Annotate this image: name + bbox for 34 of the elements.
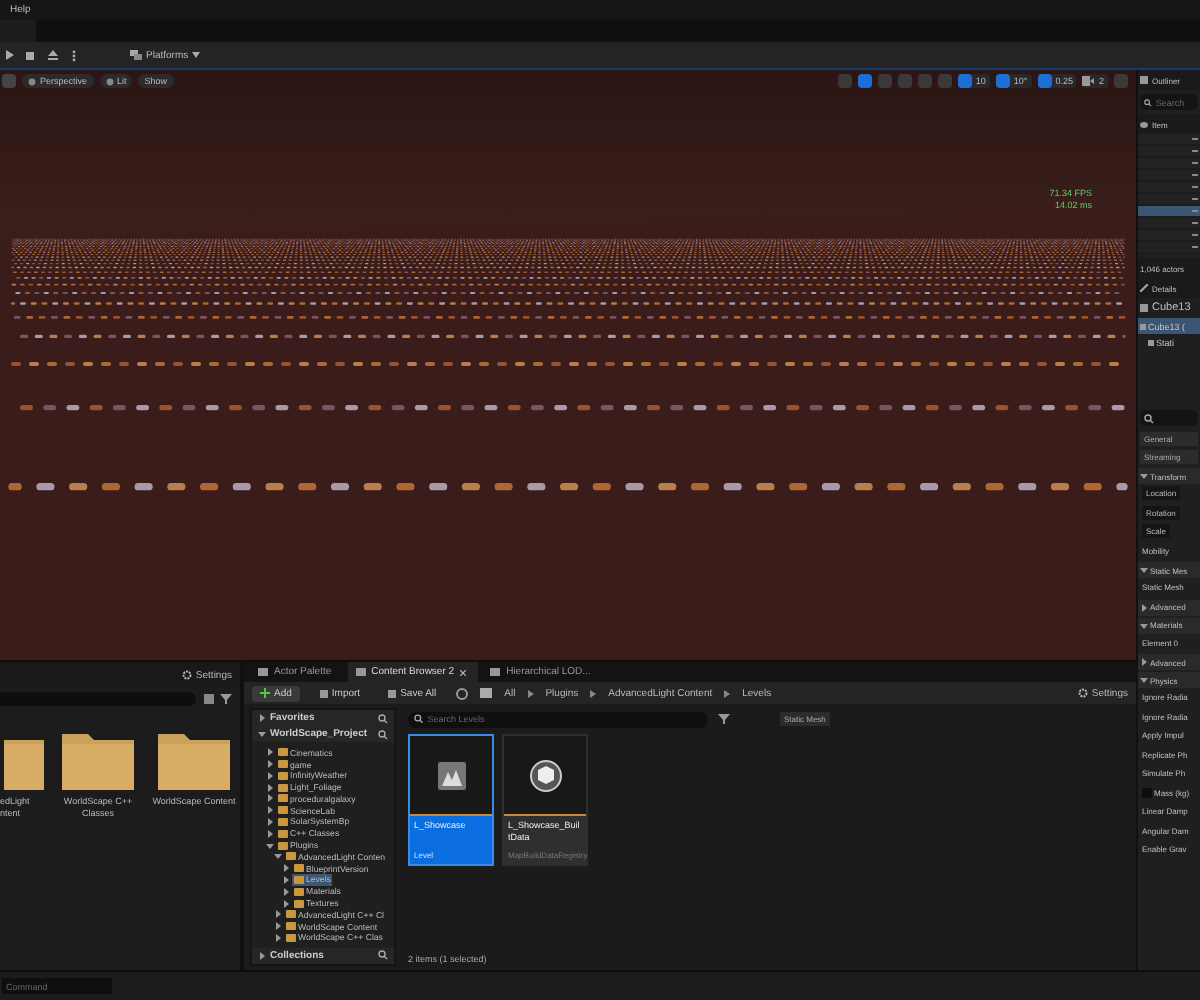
settings-icon	[1077, 688, 1088, 698]
plus-icon	[260, 688, 270, 698]
chevron-icon	[590, 689, 597, 697]
tab-icon	[490, 668, 501, 676]
chevron-icon	[724, 689, 731, 697]
search-icon	[378, 950, 388, 961]
stop-icon[interactable]	[24, 49, 36, 61]
filter-icon[interactable]	[220, 693, 232, 705]
platforms-icon	[130, 50, 142, 60]
level-icon	[437, 761, 465, 789]
dropdown-caret-icon	[192, 52, 201, 58]
tab-icon	[355, 668, 366, 676]
search-icon	[1144, 97, 1152, 107]
circle-icon	[105, 77, 114, 85]
component-icon	[1140, 323, 1146, 329]
filter-icon[interactable]	[718, 714, 730, 724]
close-icon[interactable]	[460, 669, 467, 675]
search-icon	[378, 729, 388, 740]
search-field[interactable]	[1140, 410, 1198, 426]
pencil-icon	[1140, 284, 1148, 292]
search-icon	[1144, 413, 1154, 423]
search-icon	[414, 714, 424, 724]
camera-icon	[1082, 76, 1095, 86]
more-options-icon[interactable]	[68, 49, 80, 61]
component-icon	[1148, 339, 1154, 345]
search-icon	[378, 713, 388, 724]
tab-icon	[258, 668, 268, 676]
eject-icon[interactable]	[46, 49, 58, 61]
eye-icon	[1140, 121, 1148, 127]
outliner-row[interactable]	[1138, 206, 1200, 218]
play-icon[interactable]	[2, 49, 14, 61]
chevron-icon	[527, 689, 534, 697]
circle-icon	[28, 77, 36, 85]
settings-icon	[181, 670, 192, 680]
